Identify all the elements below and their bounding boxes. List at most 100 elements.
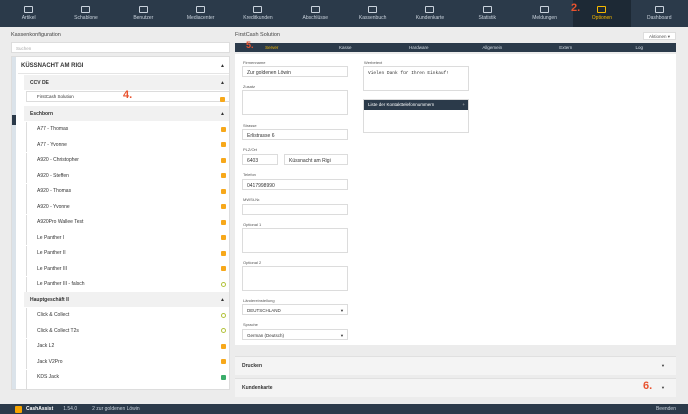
logo-icon bbox=[15, 405, 22, 413]
tree-item[interactable]: A920 - Steffen bbox=[26, 168, 229, 183]
street-field[interactable]: Erlistrasse 6 bbox=[242, 129, 348, 140]
tree-group-hauptgeschaeft[interactable]: Hauptgeschäft II ▲ bbox=[24, 292, 229, 307]
tree-label: A920 - Thomas bbox=[37, 188, 72, 194]
optional1-field[interactable] bbox=[242, 228, 348, 253]
actions-dropdown[interactable]: Aktionen ▾ bbox=[642, 32, 676, 40]
tab-kasse[interactable]: Kasse bbox=[309, 43, 383, 52]
customer-card-icon bbox=[425, 6, 435, 13]
section-drucken[interactable]: Drucken ▼ bbox=[235, 356, 676, 375]
status-icon bbox=[221, 281, 226, 287]
nav-item-artikel[interactable]: Artikel bbox=[0, 0, 57, 27]
status-icon bbox=[221, 328, 226, 333]
language-select[interactable]: German (Deutsch) ▼ bbox=[242, 329, 348, 340]
status-icon bbox=[221, 173, 226, 178]
zip-field[interactable]: 6403 bbox=[242, 154, 278, 165]
nav-item-meldungen[interactable]: Meldungen bbox=[516, 0, 573, 27]
addition-field[interactable] bbox=[242, 90, 348, 115]
nav-item-optionen[interactable]: Optionen bbox=[573, 0, 631, 27]
top-navigation: Artikel Schablone Benutzer Mediacenter Kredi… bbox=[0, 0, 688, 27]
tree-item[interactable]: A77 - Thomas bbox=[26, 121, 229, 137]
nav-item-kreditkunden[interactable]: Kreditkunden bbox=[229, 0, 286, 27]
search-input[interactable]: Suchen bbox=[11, 42, 230, 53]
field-label: Telefon bbox=[243, 172, 256, 177]
tree-item-more: ... bbox=[26, 385, 229, 389]
nav-item-benutzer[interactable]: Benutzer bbox=[115, 0, 172, 27]
tree-group-ccv[interactable]: CCV DE ▲ bbox=[24, 75, 229, 90]
tab-log[interactable]: Log bbox=[603, 43, 677, 52]
tree-item[interactable]: Click & Collect T2s bbox=[26, 323, 229, 338]
tree-item[interactable]: A920 - Christopher bbox=[26, 152, 229, 168]
tree-item[interactable]: Jack V2Pro bbox=[26, 354, 229, 369]
chevron-down-icon: ▾ bbox=[667, 34, 670, 39]
phone-field[interactable]: 0417998990 bbox=[242, 179, 348, 190]
nav-label: Artikel bbox=[21, 15, 36, 21]
tree-root[interactable]: KÜSSNACHT AM RIGI ▲ bbox=[18, 59, 229, 74]
tree-item[interactable]: A920 - Yvonne bbox=[26, 199, 229, 214]
nav-item-mediacenter[interactable]: Mediacenter bbox=[172, 0, 229, 27]
country-select[interactable]: DEUTSCHLAND ▼ bbox=[242, 304, 348, 315]
nav-item-abschlüsse[interactable]: Abschlüsse bbox=[287, 0, 344, 27]
tree-item[interactable]: A920 - Thomas bbox=[26, 183, 229, 199]
nav-item-kundenkarte[interactable]: Kundenkarte bbox=[401, 0, 458, 27]
field-label: PLZ/Ort bbox=[243, 147, 258, 152]
language-value: German (Deutsch) bbox=[247, 333, 285, 338]
tree-group-eschborn[interactable]: Eschborn ▲ bbox=[24, 106, 229, 121]
scrollbar-thumb[interactable] bbox=[12, 115, 16, 125]
nav-item-schablone[interactable]: Schablone bbox=[57, 0, 114, 27]
city-field[interactable]: Küssnacht am Rigi bbox=[284, 154, 348, 165]
tree-item[interactable]: A920Pro Wallee Test bbox=[26, 214, 229, 230]
status-icon bbox=[221, 204, 226, 209]
status-bar: CashAssist 1.54.0 2 zur goldenen Löwin B… bbox=[0, 404, 688, 414]
tab-extern[interactable]: Extern bbox=[529, 43, 603, 52]
logout-button[interactable]: Beenden bbox=[656, 406, 676, 412]
company-name-field[interactable]: Zur goldenen Löwin bbox=[242, 66, 348, 77]
tab-allgemein[interactable]: Allgemein bbox=[456, 43, 530, 52]
chevron-up-icon[interactable]: ▲ bbox=[220, 297, 225, 303]
chevron-down-icon: ▼ bbox=[661, 363, 665, 368]
tree-item[interactable]: Le Panther I bbox=[26, 230, 229, 245]
chevron-up-icon[interactable]: ▲ bbox=[220, 63, 225, 69]
scrollbar[interactable] bbox=[12, 57, 16, 389]
tree-label: A920 - Yvonne bbox=[37, 203, 70, 210]
tree-item[interactable]: KDS Jack bbox=[26, 369, 229, 385]
monitor-icon bbox=[654, 6, 664, 13]
chevron-up-icon[interactable]: ▲ bbox=[220, 80, 225, 86]
tree-item[interactable]: Le Panther III bbox=[26, 261, 229, 276]
chevron-up-icon[interactable]: ▲ bbox=[220, 111, 225, 117]
field-label: Werbetext bbox=[364, 60, 383, 65]
tree-label: Click & Collect bbox=[37, 312, 70, 318]
tree-item[interactable]: A77 - Yvonne bbox=[26, 137, 229, 152]
nav-item-statistik[interactable]: Statistik bbox=[459, 0, 516, 27]
cashbook-icon bbox=[368, 6, 378, 13]
status-icon bbox=[221, 374, 226, 380]
optional2-field[interactable] bbox=[242, 266, 348, 291]
brand-name: CashAssist bbox=[26, 406, 54, 412]
field-label: Ländereinstellung bbox=[243, 298, 275, 303]
tree-label: KÜSSNACHT AM RIGI bbox=[21, 63, 84, 69]
status-icon bbox=[221, 266, 226, 271]
tree-item[interactable]: Le Panther II bbox=[26, 245, 229, 261]
panel-title: Kassenkonfiguration bbox=[11, 32, 61, 38]
tree-item[interactable]: Click & Collect bbox=[26, 307, 229, 323]
advertising-text-field[interactable]: Vielen Dank für Ihren Einkauf! bbox=[363, 66, 469, 91]
contact-phone-list: Liste der Kontakttelefonnummern + bbox=[363, 99, 469, 133]
nav-item-dashboard[interactable]: Dashboard bbox=[631, 0, 688, 27]
template-icon bbox=[81, 6, 91, 13]
tree-item[interactable]: Jack L2 bbox=[26, 338, 229, 354]
box-icon bbox=[24, 6, 34, 13]
credit-card-icon bbox=[253, 6, 263, 13]
annotation-marker-6: 6. bbox=[643, 380, 653, 392]
tree-item[interactable]: Le Panther III - falsch bbox=[26, 276, 229, 292]
tab-hardware[interactable]: Hardware bbox=[382, 43, 456, 52]
nav-label: Optionen bbox=[591, 15, 613, 21]
status-icon bbox=[221, 343, 226, 349]
tree-label: A77 - Thomas bbox=[37, 126, 69, 132]
vat-field[interactable] bbox=[242, 204, 348, 215]
section-kundenkarte[interactable]: Kundenkarte ▼ bbox=[235, 378, 676, 397]
page-title: FirstCash Solution bbox=[235, 32, 280, 38]
version: 1.54.0 bbox=[63, 406, 78, 412]
nav-item-kassenbuch[interactable]: Kassenbuch bbox=[344, 0, 401, 27]
add-icon[interactable]: + bbox=[462, 100, 465, 110]
contact-phone-list-header: Liste der Kontakttelefonnummern + bbox=[364, 100, 468, 110]
nav-label: Dashboard bbox=[647, 15, 672, 21]
